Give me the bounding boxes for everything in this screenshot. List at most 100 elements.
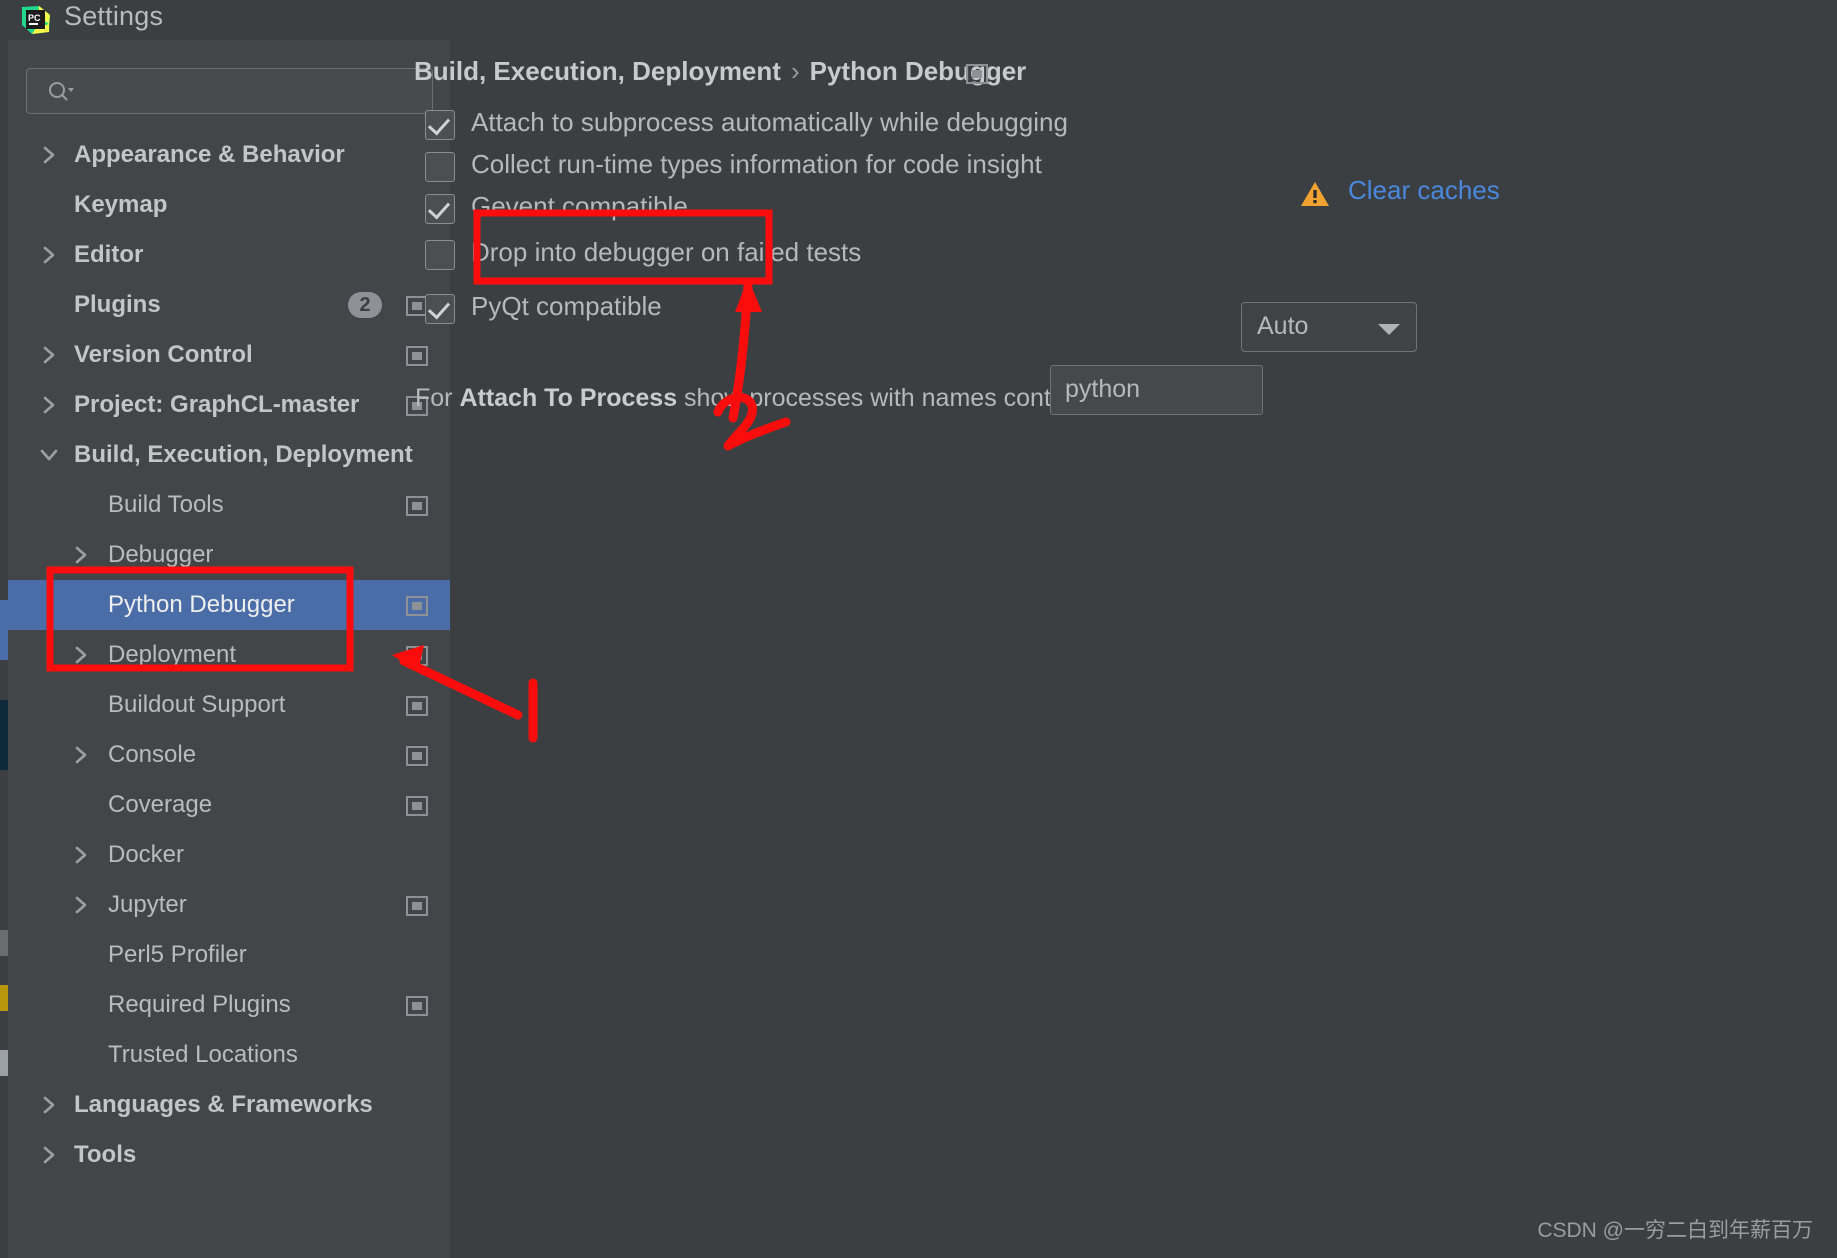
- sidebar-item-appearance-behavior[interactable]: Appearance & Behavior: [8, 130, 450, 180]
- sidebar-item-coverage[interactable]: Coverage: [8, 780, 450, 830]
- chevron-right-icon[interactable]: [38, 244, 60, 266]
- settings-config-icon[interactable]: [406, 496, 428, 516]
- sidebar-item-label: Buildout Support: [108, 691, 286, 718]
- sidebar-item-label: Trusted Locations: [108, 1041, 298, 1068]
- sidebar-item-buildout-support[interactable]: Buildout Support: [8, 680, 450, 730]
- edge-seg-yellow: [0, 985, 8, 1011]
- pyqt-version-select[interactable]: Auto: [1241, 302, 1417, 352]
- chevron-right-icon[interactable]: [70, 744, 92, 766]
- chevron-right-icon[interactable]: [38, 1144, 60, 1166]
- sidebar-item-label: Console: [108, 741, 197, 768]
- sidebar-item-label: Perl5 Profiler: [108, 941, 247, 968]
- chevron-right-icon[interactable]: [38, 144, 60, 166]
- edge-seg-icon: [0, 1050, 8, 1076]
- chevron-down-icon: [68, 88, 74, 92]
- option-label: Collect run-time types information for c…: [471, 149, 1042, 179]
- option-label: PyQt compatible: [471, 291, 662, 321]
- chevron-right-icon[interactable]: [70, 844, 92, 866]
- sidebar-item-label: Build Tools: [108, 491, 224, 518]
- sidebar-item-label: Languages & Frameworks: [74, 1091, 373, 1118]
- breadcrumb-current: Python Debugger: [809, 56, 1027, 86]
- sidebar-item-label: Appearance & Behavior: [74, 141, 345, 168]
- sidebar-item-project-graphcl-master[interactable]: Project: GraphCL-master: [8, 380, 450, 430]
- edge-seg-default: [0, 0, 8, 560]
- settings-config-icon[interactable]: [406, 896, 428, 916]
- sidebar-item-label: Jupyter: [108, 891, 187, 918]
- chevron-down-icon[interactable]: [38, 444, 60, 466]
- chevron-right-icon[interactable]: [70, 544, 92, 566]
- edge-seg-dark: [0, 700, 8, 770]
- window-title: Settings: [64, 1, 164, 31]
- settings-config-icon[interactable]: [406, 796, 428, 816]
- chevron-right-icon[interactable]: [70, 644, 92, 666]
- sidebar-item-label: Version Control: [74, 341, 253, 368]
- sidebar-item-docker[interactable]: Docker: [8, 830, 450, 880]
- pycharm-logo-icon: PC: [20, 4, 52, 36]
- checkbox-pyqt-compatible[interactable]: [425, 294, 455, 324]
- settings-config-icon[interactable]: [406, 646, 428, 666]
- sidebar-item-trusted-locations[interactable]: Trusted Locations: [8, 1030, 450, 1080]
- attach-prefix: For: [415, 384, 460, 412]
- checkbox-collect-run-time-types-information-for-code-insight[interactable]: [425, 152, 455, 182]
- attach-to-process-label: For Attach To Process show processes wit…: [415, 384, 1125, 413]
- pyqt-version-value: Auto: [1257, 312, 1309, 340]
- sidebar-item-keymap[interactable]: Keymap: [8, 180, 450, 230]
- sidebar-item-perl5-profiler[interactable]: Perl5 Profiler: [8, 930, 450, 980]
- chevron-right-icon[interactable]: [70, 894, 92, 916]
- sidebar-item-label: Docker: [108, 841, 185, 868]
- search-input[interactable]: [26, 68, 433, 114]
- option-label: Gevent compatible: [471, 191, 688, 221]
- csdn-watermark: CSDN @一穷二白到年薪百万: [1537, 1219, 1813, 1242]
- sidebar-item-version-control[interactable]: Version Control: [8, 330, 450, 380]
- chevron-right-icon[interactable]: [38, 1094, 60, 1116]
- settings-config-icon[interactable]: [406, 746, 428, 766]
- settings-content-panel: Build, Execution, Deployment › Python Debu…: [414, 40, 1837, 1258]
- option-label: Drop into debugger on failed tests: [471, 237, 862, 267]
- sidebar-item-console[interactable]: Console: [8, 730, 450, 780]
- chevron-right-icon[interactable]: [38, 344, 60, 366]
- sidebar-item-label: Tools: [74, 1141, 137, 1168]
- sidebar-item-badge: 2: [348, 292, 382, 318]
- window-titlebar: PC Settings: [8, 0, 1837, 40]
- sidebar-item-label: Required Plugins: [108, 991, 291, 1018]
- checkbox-drop-into-debugger-on-failed-tests[interactable]: [425, 240, 455, 270]
- chevron-down-icon: [1378, 324, 1400, 335]
- sidebar-item-label: Keymap: [74, 191, 168, 218]
- sidebar-item-label: Deployment: [108, 641, 237, 668]
- breadcrumb-parent[interactable]: Build, Execution, Deployment: [414, 56, 781, 86]
- breadcrumb-separator: ›: [790, 56, 800, 86]
- edge-seg-selection: [0, 600, 8, 660]
- checkbox-attach-to-subprocess-automatically-while-debugging[interactable]: [425, 110, 455, 140]
- search-icon: [47, 80, 75, 104]
- breadcrumb: Build, Execution, Deployment › Python Debu…: [414, 56, 1026, 87]
- sidebar-item-label: Project: GraphCL-master: [74, 391, 360, 418]
- warning-triangle-icon: [1299, 179, 1331, 209]
- checkbox-gevent-compatible[interactable]: [425, 194, 455, 224]
- sidebar-item-label: Debugger: [108, 541, 214, 568]
- sidebar-inner: Appearance & Behavior Keymap Editor Plugins…: [8, 40, 450, 1258]
- sidebar-item-build-tools[interactable]: Build Tools: [8, 480, 450, 530]
- sidebar-item-languages-frameworks[interactable]: Languages & Frameworks: [8, 1080, 450, 1130]
- settings-config-icon[interactable]: [966, 64, 988, 84]
- sidebar-item-editor[interactable]: Editor: [8, 230, 450, 280]
- sidebar-item-build-execution-deployment[interactable]: Build, Execution, Deployment: [8, 430, 450, 480]
- process-name-filter-value: python: [1065, 375, 1141, 403]
- svg-text:PC: PC: [28, 13, 41, 23]
- process-name-filter-input[interactable]: python: [1050, 365, 1263, 415]
- chevron-right-icon[interactable]: [38, 394, 60, 416]
- settings-config-icon[interactable]: [406, 696, 428, 716]
- sidebar-item-required-plugins[interactable]: Required Plugins: [8, 980, 450, 1030]
- sidebar-item-jupyter[interactable]: Jupyter: [8, 880, 450, 930]
- sidebar-item-tools[interactable]: Tools: [8, 1130, 450, 1180]
- sidebar-item-label: Plugins: [74, 291, 161, 318]
- sidebar-item-python-debugger[interactable]: Python Debugger: [8, 580, 450, 630]
- settings-config-icon[interactable]: [406, 596, 428, 616]
- sidebar-item-deployment[interactable]: Deployment: [8, 630, 450, 680]
- sidebar-item-debugger[interactable]: Debugger: [8, 530, 450, 580]
- sidebar-item-plugins[interactable]: Plugins 2: [8, 280, 450, 330]
- settings-config-icon[interactable]: [406, 996, 428, 1016]
- edge-seg-gray: [0, 930, 8, 956]
- settings-sidebar: Appearance & Behavior Keymap Editor Plugins…: [8, 40, 450, 1258]
- settings-config-icon[interactable]: [406, 346, 428, 366]
- clear-caches-link[interactable]: Clear caches: [1348, 175, 1500, 206]
